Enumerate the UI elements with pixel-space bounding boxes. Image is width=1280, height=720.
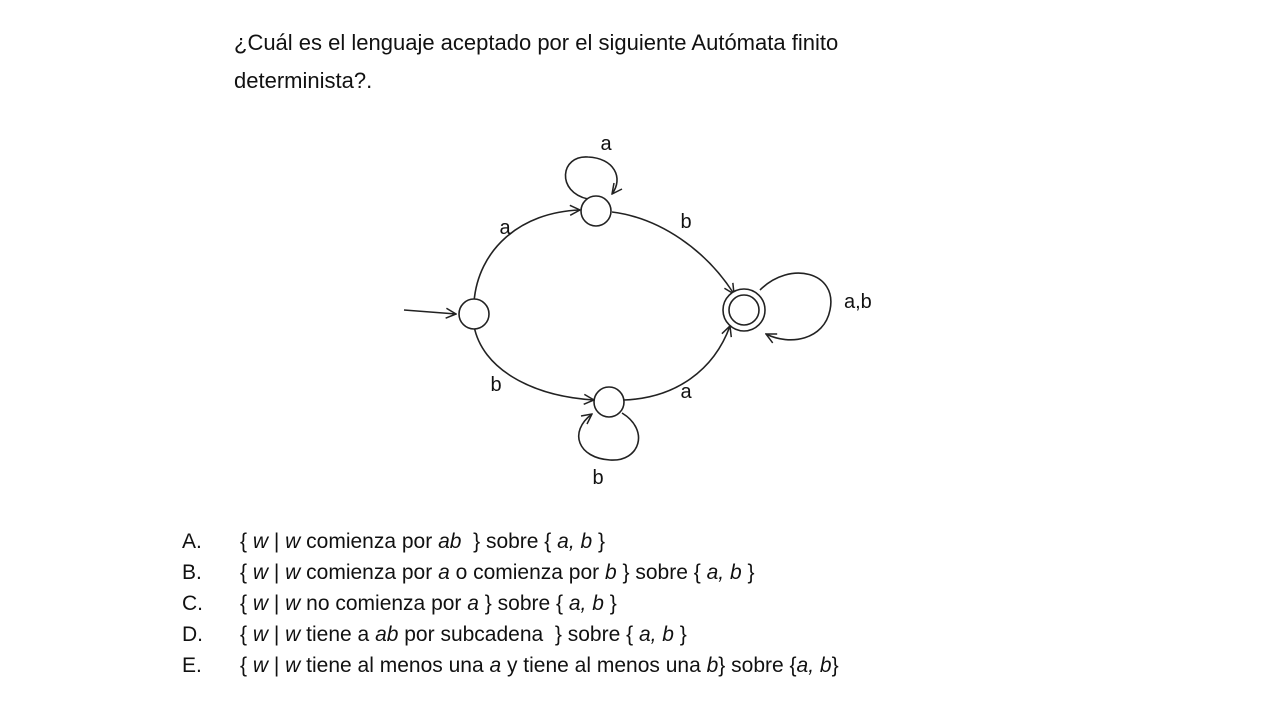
label-start-to-bottom: b [490, 374, 501, 396]
option-text-segment: comienza por [300, 561, 439, 584]
option-math-term: w [252, 561, 269, 584]
label-loop-top: a [600, 133, 612, 155]
option-text-segment: } [673, 623, 687, 646]
option-letter: A. [182, 530, 202, 553]
option-text-segment: { [240, 623, 253, 646]
label-bottom-to-final: a [680, 381, 692, 403]
option-math-term: a [489, 654, 502, 677]
option-math-term: w [285, 530, 301, 553]
option-math-term: a [467, 592, 479, 615]
option-math-term: a [438, 561, 450, 584]
edge-start-to-top [473, 210, 580, 303]
state-top [580, 195, 612, 227]
option-math-term: b [706, 654, 719, 677]
option-text-segment: | [268, 623, 286, 646]
option-text-segment: { [240, 654, 253, 677]
option-text-segment: comienza por [300, 530, 439, 553]
option-math-term: w [285, 623, 301, 646]
edge-bottom-to-final [623, 326, 730, 401]
state-bottom [593, 386, 625, 418]
option-text-segment: { [240, 530, 253, 553]
option-math-term: ab [438, 530, 462, 553]
option-text-segment: } sobre { [616, 561, 707, 584]
state-start [458, 298, 490, 330]
option-text-segment: } [741, 561, 755, 584]
option-math-term: a, b [557, 530, 593, 553]
question-line-2: determinista?. [234, 68, 373, 93]
option-math-term: w [252, 654, 269, 677]
loop-final [759, 272, 832, 340]
option-text-segment: } [603, 592, 617, 615]
option-text-segment: } [592, 530, 606, 553]
option-text-segment: o comienza por [449, 561, 605, 584]
option-math-term: a, b [796, 654, 832, 677]
option-math-term: w [285, 654, 301, 677]
loop-bottom [577, 412, 640, 461]
option-text-segment: | [268, 654, 286, 677]
state-final-inner [728, 294, 760, 326]
option-e[interactable]: E. { w | w tiene al menos una a y tiene a… [182, 650, 839, 681]
option-text-segment: y tiene al menos una [501, 654, 707, 677]
option-text: { w | w tiene a ab por subcadena } sobre… [240, 619, 687, 650]
answer-options: A.{ w | w comienza por ab } sobre { a, b… [182, 526, 839, 681]
label-start-to-top: a [499, 217, 511, 239]
option-math-term: a, b [638, 623, 674, 646]
option-a[interactable]: A. { w | w comienza por ab } sobre { a, b… [182, 526, 839, 557]
option-math-term: a, b [568, 592, 604, 615]
option-math-term: b [605, 561, 617, 584]
option-text-segment: tiene a [300, 623, 376, 646]
loop-top [564, 156, 617, 200]
option-text-segment: } sobre { [718, 654, 797, 677]
option-text-segment: por subcadena } sobre { [398, 623, 639, 646]
option-text: { w | w comienza por ab } sobre { a, b } [240, 526, 605, 557]
label-top-to-final: b [680, 211, 691, 233]
option-math-term: w [285, 561, 301, 584]
option-b[interactable]: B. { w | w comienza por a o comienza por … [182, 557, 839, 588]
option-text-segment: { [240, 561, 253, 584]
option-letter: C. [182, 592, 203, 615]
option-text-segment: } sobre { [461, 530, 558, 553]
question-line-1: ¿Cuál es el lenguaje aceptado por el sig… [234, 30, 839, 55]
option-math-term: w [285, 592, 301, 615]
option-text-segment: | [268, 592, 286, 615]
option-letter: D. [182, 623, 203, 646]
option-math-term: w [252, 530, 269, 553]
edge-start-to-bottom [473, 325, 594, 400]
start-arrow [403, 310, 456, 314]
option-letter: E. [182, 654, 202, 677]
label-loop-final: a,b [844, 291, 872, 313]
label-loop-bottom: b [592, 467, 603, 489]
option-text: { w | w tiene al menos una a y tiene al … [240, 650, 839, 681]
option-text-segment: } [831, 654, 839, 677]
option-c[interactable]: C. { w | w no comienza por a } sobre { a,… [182, 588, 839, 619]
option-text-segment: | [268, 530, 286, 553]
option-text-segment: no comienza por [300, 592, 468, 615]
option-text-segment: { [240, 592, 253, 615]
option-math-term: w [252, 592, 269, 615]
option-text-segment: tiene al menos una [300, 654, 490, 677]
option-math-term: w [252, 623, 269, 646]
option-text: { w | w comienza por a o comienza por b … [240, 557, 754, 588]
option-text-segment: } sobre { [478, 592, 569, 615]
option-letter: B. [182, 561, 202, 584]
option-text-segment: | [268, 561, 286, 584]
option-d[interactable]: D. { w | w tiene a ab por subcadena } sob… [182, 619, 839, 650]
state-final-outer [722, 288, 766, 332]
edge-top-to-final [611, 211, 734, 294]
question-text: ¿Cuál es el lenguaje aceptado por el sig… [234, 24, 1100, 100]
option-math-term: a, b [706, 561, 742, 584]
option-math-term: ab [375, 623, 399, 646]
option-text: { w | w no comienza por a } sobre { a, b… [240, 588, 617, 619]
